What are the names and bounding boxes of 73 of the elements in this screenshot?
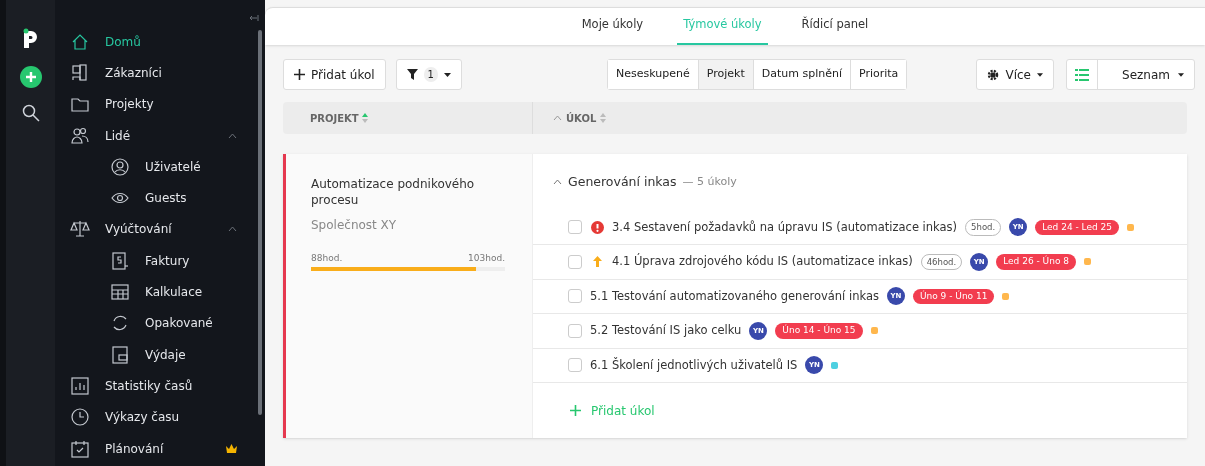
sidebar-item[interactable]: Uživatelé [55, 151, 265, 183]
budget-hours: 103hod. [468, 252, 505, 265]
sidebar-item[interactable]: Výdaje [55, 338, 265, 371]
filter-icon [406, 69, 418, 80]
task-count: — 5 úkoly [682, 174, 737, 191]
sidebar-item[interactable]: Vyúčtování [55, 213, 265, 246]
calendar-icon [70, 438, 90, 459]
add-icon[interactable] [19, 66, 42, 88]
project-name[interactable]: Automatizace podnikového procesu [311, 176, 505, 208]
people-icon [70, 125, 90, 146]
sidebar-item[interactable]: Lidé [55, 119, 265, 152]
tab[interactable]: Moje úkoly [575, 15, 650, 45]
chevron-up-icon[interactable] [228, 132, 237, 139]
sidebar-item[interactable]: Projekty [55, 88, 265, 120]
caret-icon [443, 72, 451, 77]
checkbox[interactable] [568, 358, 582, 373]
task-title[interactable]: 5.2 Testování IS jako celku [590, 322, 742, 340]
task-title[interactable]: 5.1 Testování automatizovaného generování inkas [590, 287, 879, 306]
plus-icon [570, 405, 581, 417]
logo-icon[interactable] [21, 28, 40, 50]
filter-button[interactable]: 1 [395, 59, 462, 90]
client-name: Společnost XY [311, 217, 398, 234]
wallet-icon [110, 344, 130, 365]
sidebar-item[interactable]: Opakované [55, 307, 265, 339]
checkbox[interactable] [568, 220, 582, 235]
table-icon [110, 282, 130, 302]
add-task-button[interactable]: Přidat úkol [283, 59, 386, 90]
chevron-up-icon[interactable] [228, 226, 237, 233]
search-icon[interactable] [21, 104, 40, 122]
exclamation-icon [590, 220, 604, 234]
sidebar-item[interactable]: Zákazníci [55, 57, 265, 89]
checkbox[interactable] [568, 323, 582, 338]
user-icon [110, 156, 130, 177]
tab[interactable]: Řídicí panel [795, 15, 875, 45]
collapse-icon[interactable] [249, 14, 259, 22]
sidebar-item[interactable]: Výkazy času [55, 401, 265, 433]
chevron-up-icon[interactable] [553, 179, 562, 186]
checkbox[interactable] [568, 289, 582, 304]
sort-icon[interactable] [600, 113, 607, 123]
group-option[interactable]: Priorita [850, 60, 907, 89]
caret-icon [1178, 72, 1184, 77]
chevron-up-icon[interactable] [553, 115, 562, 121]
customers-icon [70, 62, 90, 83]
column-header[interactable]: PROJEKT [310, 110, 359, 126]
sidebar-item[interactable]: Kalkulace [55, 276, 265, 308]
task-title[interactable]: 4.1 Úprava zdrojového kódu IS (automatizace inkas) [612, 253, 913, 271]
sidebar-item[interactable]: Plánování [55, 432, 265, 465]
column-header[interactable]: ÚKOL [566, 110, 597, 126]
scales-icon [70, 219, 90, 240]
caret-icon [1037, 72, 1043, 77]
task-title[interactable]: 6.1 Školení jednotlivých uživatelů IS [590, 356, 798, 375]
sidebar-item[interactable]: Faktury [55, 245, 265, 277]
spent-hours: 88hod. [311, 252, 343, 265]
due-date-tag: Led 24 - Led 25 [1035, 219, 1119, 236]
due-date-tag: Úno 14 - Úno 15 [775, 323, 863, 339]
checkbox[interactable] [568, 254, 582, 269]
sort-icon[interactable] [361, 113, 368, 123]
due-date-tag: Úno 9 - Úno 11 [912, 288, 995, 305]
sidebar-item[interactable]: Domů [55, 26, 265, 58]
chart-icon [70, 375, 90, 396]
clock-icon [70, 407, 90, 428]
sidebar-item[interactable]: Statistiky časů [55, 370, 265, 402]
group-option[interactable]: Projekt [697, 60, 753, 89]
invoice-icon [110, 250, 130, 271]
group-title: Generování inkas [568, 172, 677, 191]
more-button[interactable]: Více [976, 59, 1054, 90]
due-date-tag: Led 26 - Úno 8 [996, 254, 1076, 270]
task-title[interactable]: 3.4 Sestavení požadavků na úpravu IS (automatizace inkas) [612, 218, 958, 237]
filter-count: 1 [423, 67, 438, 82]
plus-icon [294, 69, 305, 80]
settings-icon [987, 68, 1000, 81]
arrow-up-icon [592, 256, 602, 268]
sidebar-item[interactable]: Guests [55, 182, 265, 214]
